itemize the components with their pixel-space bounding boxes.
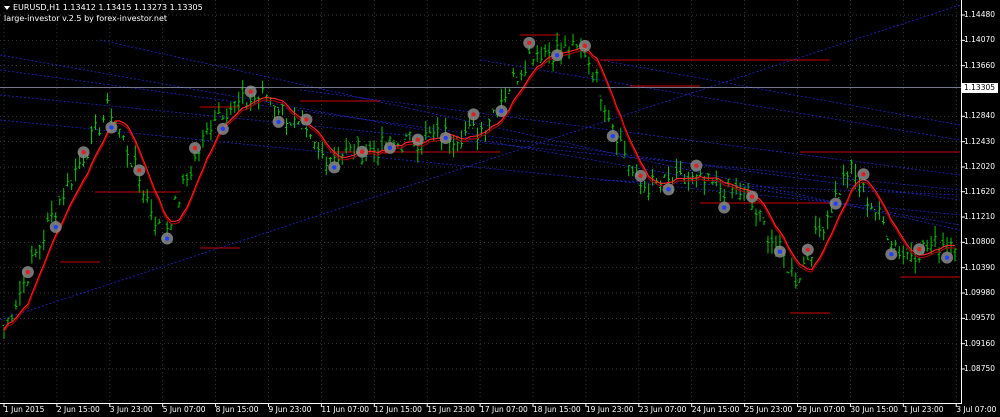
signal-marker-icon[interactable] bbox=[439, 131, 452, 144]
signal-marker-icon[interactable] bbox=[746, 190, 759, 203]
time-label: 29 Jun 07:00 bbox=[797, 405, 846, 414]
signal-marker-icon[interactable] bbox=[634, 169, 647, 182]
signal-marker-icon[interactable] bbox=[690, 159, 703, 172]
current-price-badge: 1.13305 bbox=[961, 82, 998, 93]
signal-marker-icon[interactable] bbox=[300, 113, 313, 126]
trend-line bbox=[599, 59, 961, 126]
time-label: 1 Jul 23:00 bbox=[903, 405, 944, 414]
signal-marker-icon[interactable] bbox=[411, 133, 424, 146]
price-label: 1.10800 bbox=[964, 237, 996, 247]
time-label: 24 Jun 15:00 bbox=[691, 405, 740, 414]
symbol-title: EURUSD,H1 1.13412 1.13415 1.13273 1.1330… bbox=[13, 3, 203, 12]
time-label: 11 Jun 07:00 bbox=[321, 405, 370, 414]
price-bars bbox=[2, 32, 957, 339]
signal-marker-icon[interactable] bbox=[467, 108, 480, 121]
price-label: 1.13660 bbox=[964, 60, 996, 70]
ma-line-upper bbox=[3, 46, 956, 330]
signal-marker-icon[interactable] bbox=[857, 168, 870, 181]
signal-marker-icon[interactable] bbox=[578, 39, 591, 52]
price-label: 1.11620 bbox=[964, 186, 996, 196]
signal-marker-icon[interactable] bbox=[49, 221, 62, 234]
signal-marker-icon[interactable] bbox=[551, 49, 564, 62]
time-label: 30 Jun 15:00 bbox=[850, 405, 899, 414]
signal-marker-icon[interactable] bbox=[105, 121, 118, 134]
signal-marker-icon[interactable] bbox=[662, 183, 675, 196]
time-label: 17 Jun 07:00 bbox=[480, 405, 528, 414]
price-label: 1.14070 bbox=[964, 35, 996, 45]
price-chart[interactable] bbox=[0, 0, 1000, 417]
time-label: 12 Jun 15:00 bbox=[374, 405, 422, 414]
time-label: 15 Jun 23:00 bbox=[427, 405, 475, 414]
signal-marker-icon[interactable] bbox=[523, 36, 536, 49]
time-label: 3 Jul 07:00 bbox=[956, 405, 997, 414]
signal-marker-icon[interactable] bbox=[801, 243, 814, 256]
signal-marker-icon[interactable] bbox=[773, 245, 786, 258]
dropdown-triangle-icon[interactable] bbox=[4, 5, 10, 10]
signal-marker-icon[interactable] bbox=[718, 201, 731, 214]
time-label: 2 Jun 15:00 bbox=[56, 405, 100, 414]
time-label: 3 Jun 23:00 bbox=[109, 405, 153, 414]
price-label: 1.12430 bbox=[964, 136, 996, 146]
ma-line-lower bbox=[3, 49, 956, 332]
price-label: 1.09160 bbox=[964, 338, 996, 348]
time-label: 23 Jun 07:00 bbox=[638, 405, 687, 414]
price-axis-border bbox=[961, 0, 962, 403]
chart-title: EURUSD,H1 1.13412 1.13415 1.13273 1.1330… bbox=[4, 3, 203, 12]
signal-markers bbox=[21, 36, 954, 279]
trend-line bbox=[0, 94, 961, 191]
price-label: 1.09570 bbox=[964, 313, 996, 323]
price-label: 1.12840 bbox=[964, 111, 996, 121]
time-label: 5 Jun 07:00 bbox=[162, 405, 206, 414]
price-label: 1.09980 bbox=[964, 288, 996, 297]
signal-marker-icon[interactable] bbox=[829, 197, 842, 210]
indicator-title: large-investor v.2.5 by forex-investor.n… bbox=[4, 14, 168, 23]
signal-marker-icon[interactable] bbox=[188, 141, 201, 154]
time-label: 1 Jun 2015 bbox=[4, 405, 45, 414]
signal-marker-icon[interactable] bbox=[161, 232, 174, 245]
trend-line bbox=[479, 59, 961, 141]
time-label: 18 Jun 15:00 bbox=[533, 405, 581, 414]
trend-line bbox=[299, 89, 961, 176]
chart-window[interactable]: EURUSD,H1 1.13412 1.13415 1.13273 1.1330… bbox=[0, 0, 1000, 417]
signal-marker-icon[interactable] bbox=[21, 266, 34, 279]
signal-marker-icon[interactable] bbox=[216, 122, 229, 135]
time-label: 19 Jun 23:00 bbox=[585, 405, 634, 414]
time-label: 25 Jun 23:00 bbox=[744, 405, 793, 414]
signal-marker-icon[interactable] bbox=[913, 243, 926, 256]
price-label: 1.10390 bbox=[964, 262, 996, 272]
signal-marker-icon[interactable] bbox=[77, 146, 90, 159]
price-label: 1.08750 bbox=[964, 364, 996, 373]
signal-marker-icon[interactable] bbox=[328, 161, 341, 174]
signal-marker-icon[interactable] bbox=[272, 115, 285, 128]
signal-marker-icon[interactable] bbox=[941, 251, 954, 264]
signal-marker-icon[interactable] bbox=[383, 141, 396, 154]
level-lines bbox=[60, 34, 960, 314]
signal-marker-icon[interactable] bbox=[356, 145, 369, 158]
signal-marker-icon[interactable] bbox=[606, 130, 619, 143]
time-label: 9 Jun 23:00 bbox=[268, 405, 312, 414]
time-axis-border bbox=[0, 403, 962, 404]
signal-marker-icon[interactable] bbox=[133, 164, 146, 177]
time-label: 8 Jun 15:00 bbox=[215, 405, 259, 414]
price-label: 1.11210 bbox=[964, 212, 996, 222]
price-label: 1.14480 bbox=[964, 10, 996, 19]
price-label: 1.12020 bbox=[964, 161, 996, 171]
signal-marker-icon[interactable] bbox=[885, 248, 898, 261]
signal-marker-icon[interactable] bbox=[495, 104, 508, 117]
